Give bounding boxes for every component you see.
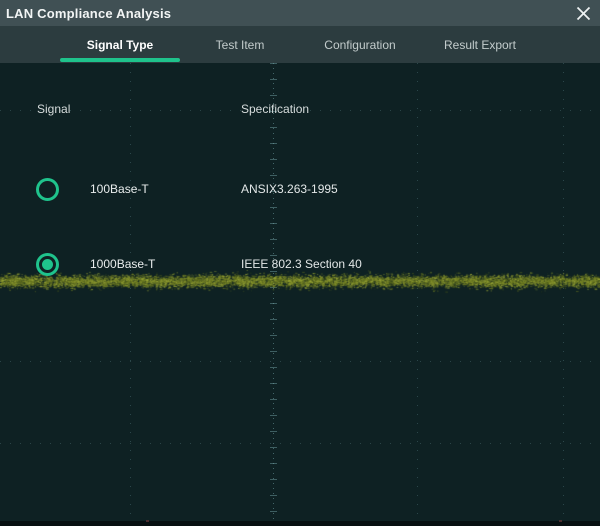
graticule-hline-3 xyxy=(0,443,600,444)
active-tab-underline xyxy=(60,58,180,62)
column-header-signal: Signal xyxy=(37,102,70,116)
screen-bottom-edge xyxy=(0,521,600,526)
signal-row-100base-t[interactable]: 100Base-T ANSIX3.263-1995 xyxy=(0,177,600,201)
close-icon xyxy=(576,6,591,21)
trace-marker-speck-2 xyxy=(559,520,562,522)
column-header-specification: Specification xyxy=(241,102,309,116)
signal-row-1000base-t[interactable]: 1000Base-T IEEE 802.3 Section 40 xyxy=(0,252,600,276)
signal-type-panel: Signal Specification 100Base-T ANSIX3.26… xyxy=(0,63,600,526)
signal-name: 1000Base-T xyxy=(90,252,155,276)
window-title: LAN Compliance Analysis xyxy=(0,6,171,21)
close-button[interactable] xyxy=(572,3,594,23)
graticule-hline-2 xyxy=(0,361,600,362)
lan-compliance-dialog: LAN Compliance Analysis Signal Type Test… xyxy=(0,0,600,526)
signal-name: 100Base-T xyxy=(90,177,149,201)
graticule-vline-2 xyxy=(417,63,418,520)
tab-test-item[interactable]: Test Item xyxy=(180,26,300,63)
tabbar: Signal Type Test Item Configuration Resu… xyxy=(0,26,600,63)
graticule-vline-3 xyxy=(563,63,564,520)
tab-result-export[interactable]: Result Export xyxy=(420,26,540,63)
graticule-vline-1 xyxy=(130,63,131,520)
signal-specification: ANSIX3.263-1995 xyxy=(241,177,338,201)
radio-100base-t[interactable] xyxy=(36,178,59,201)
signal-specification: IEEE 802.3 Section 40 xyxy=(241,252,362,276)
trace-marker-speck-1 xyxy=(146,520,149,522)
graticule-center-axis-ticks xyxy=(270,63,277,520)
titlebar: LAN Compliance Analysis xyxy=(0,0,600,26)
radio-1000base-t[interactable] xyxy=(36,253,59,276)
tab-configuration[interactable]: Configuration xyxy=(300,26,420,63)
